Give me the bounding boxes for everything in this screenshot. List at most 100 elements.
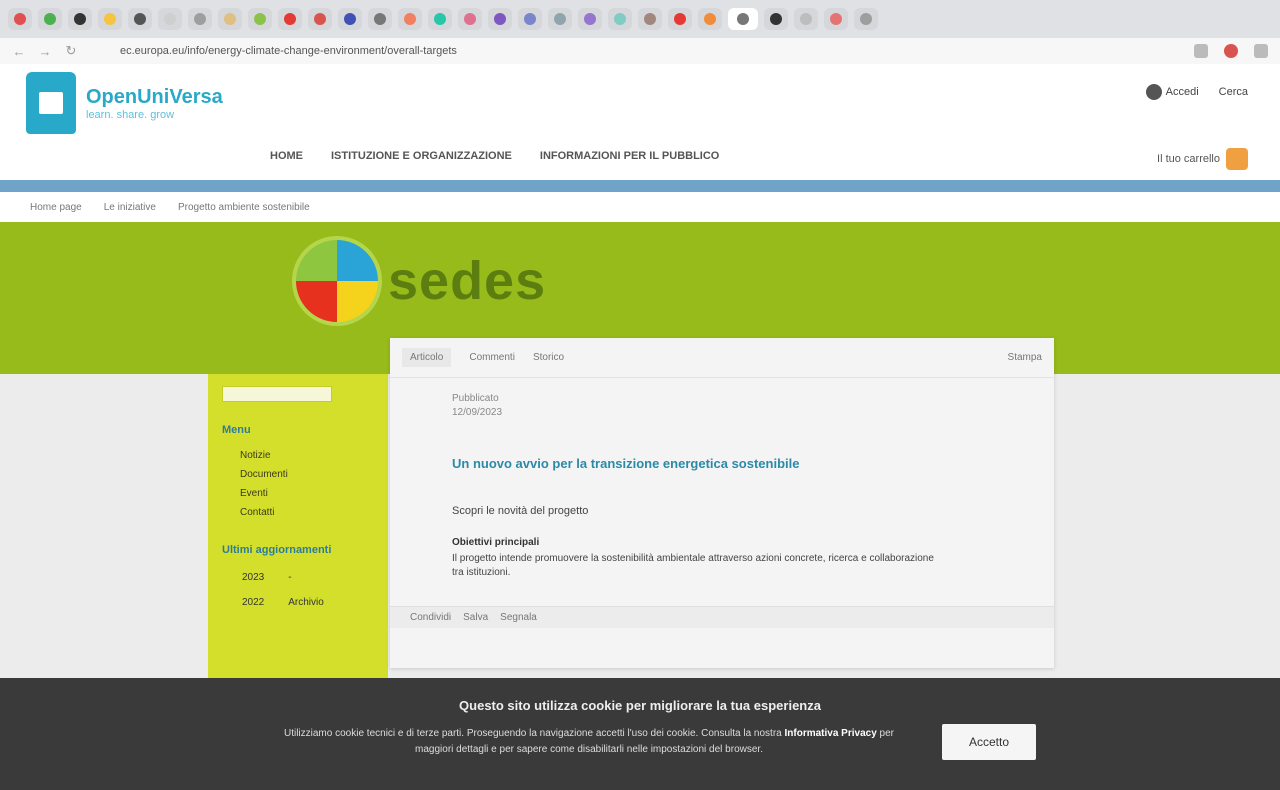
reload-icon[interactable]: ↻	[64, 43, 78, 59]
bookmark-icon[interactable]	[1194, 44, 1208, 58]
share-link[interactable]: Condividi	[410, 612, 451, 623]
browser-tab[interactable]	[428, 8, 452, 30]
browser-tab[interactable]	[68, 8, 92, 30]
browser-tab[interactable]	[38, 8, 62, 30]
browser-tab[interactable]	[278, 8, 302, 30]
browser-tab[interactable]	[638, 8, 662, 30]
sidebar-row-value: Archivio	[288, 597, 324, 608]
favicon-icon	[770, 13, 782, 25]
tab-article[interactable]: Articolo	[402, 348, 452, 367]
extension-icon[interactable]	[1224, 44, 1238, 58]
login-label: Accedi	[1165, 85, 1199, 98]
browser-tab[interactable]	[698, 8, 722, 30]
browser-address-bar: ← → ↻ ec.europa.eu/info/energy-climate-c…	[0, 38, 1280, 64]
login-link[interactable]: Accedi	[1145, 84, 1199, 100]
nav-item-public-info[interactable]: INFORMAZIONI PER IL PUBBLICO	[540, 150, 719, 162]
browser-tab[interactable]	[338, 8, 362, 30]
browser-tab[interactable]	[578, 8, 602, 30]
sidebar-heading-updates: Ultimi aggiornamenti	[222, 544, 332, 556]
browser-tab[interactable]	[764, 8, 788, 30]
breadcrumb-item[interactable]: Home page	[30, 202, 82, 213]
logo-text: OpenUniVersa learn. share. grow	[86, 86, 223, 121]
favicon-icon	[134, 13, 146, 25]
favicon-icon	[314, 13, 326, 25]
card-tabs: Articolo Commenti Storico Stampa	[390, 338, 1054, 378]
back-icon[interactable]: ←	[12, 44, 26, 59]
browser-tab[interactable]	[128, 8, 152, 30]
breadcrumb: Home page Le iniziative Progetto ambient…	[0, 192, 1280, 222]
meta-label: Pubblicato	[452, 393, 499, 404]
browser-tab[interactable]	[98, 8, 122, 30]
favicon-icon	[44, 13, 56, 25]
cookie-text: Utilizziamo cookie tecnici e di terze pa…	[264, 726, 914, 758]
browser-tab[interactable]	[794, 8, 818, 30]
cart-link[interactable]: Il tuo carrello	[1157, 148, 1248, 170]
browser-tab[interactable]	[218, 8, 242, 30]
tab-comments[interactable]: Commenti	[469, 352, 515, 363]
article-body: Il progetto intende promuovere la sosten…	[452, 553, 934, 578]
browser-tab[interactable]	[728, 8, 758, 30]
browser-tab[interactable]	[488, 8, 512, 30]
logo-subtitle: learn. share. grow	[86, 108, 175, 121]
favicon-icon	[164, 13, 176, 25]
banner-wordmark: sedes	[388, 251, 547, 311]
browser-tab[interactable]	[188, 8, 212, 30]
nav-item-home[interactable]: HOME	[270, 150, 303, 162]
profile-icon[interactable]	[1254, 44, 1268, 58]
breadcrumb-item[interactable]: Le iniziative	[104, 202, 156, 213]
sidebar-row[interactable]: 2022 Archivio	[242, 597, 374, 608]
browser-tab[interactable]	[668, 8, 692, 30]
browser-tab[interactable]	[248, 8, 272, 30]
browser-tab[interactable]	[398, 8, 422, 30]
site-logo[interactable]: OpenUniVersa learn. share. grow	[26, 72, 223, 134]
header-links: Accedi Cerca	[1145, 84, 1248, 100]
accept-cookies-button[interactable]: Accetto	[942, 724, 1036, 760]
report-link[interactable]: Segnala	[500, 612, 537, 623]
colorful-ball-icon	[292, 236, 382, 326]
sidebar-item[interactable]: Notizie	[240, 450, 374, 461]
sidebar-item[interactable]: Eventi	[240, 488, 374, 499]
sidebar-item[interactable]: Contatti	[240, 507, 374, 518]
favicon-icon	[644, 13, 656, 25]
browser-tab[interactable]	[368, 8, 392, 30]
user-icon	[1145, 84, 1162, 100]
left-sidebar: Menu Notizie Documenti Eventi Contatti U…	[208, 374, 388, 684]
favicon-icon	[374, 13, 386, 25]
sidebar-row[interactable]: 2023 -	[242, 572, 374, 583]
tab-history[interactable]: Storico	[533, 352, 564, 363]
logo-title: OpenUniVersa	[86, 85, 223, 108]
browser-tab[interactable]	[8, 8, 32, 30]
browser-tab[interactable]	[548, 8, 572, 30]
save-link[interactable]: Salva	[463, 612, 488, 623]
nav-item-institution[interactable]: ISTITUZIONE E ORGANIZZAZIONE	[331, 150, 512, 162]
favicon-icon	[344, 13, 356, 25]
browser-tab[interactable]	[518, 8, 542, 30]
main-nav: HOME ISTITUZIONE E ORGANIZZAZIONE INFORM…	[270, 150, 719, 162]
cookie-title: Questo sito utilizza cookie per migliora…	[459, 698, 821, 713]
browser-tab[interactable]	[854, 8, 878, 30]
sidebar-item[interactable]: Documenti	[240, 469, 374, 480]
print-link[interactable]: Stampa	[1008, 352, 1042, 363]
search-link[interactable]: Cerca	[1219, 86, 1248, 98]
browser-tab[interactable]	[608, 8, 632, 30]
url-field[interactable]: ec.europa.eu/info/energy-climate-change-…	[120, 45, 457, 57]
article-subheading: Obiettivi principali	[452, 537, 540, 548]
privacy-policy-link[interactable]: Informativa Privacy	[785, 728, 877, 739]
sidebar-search-input[interactable]	[222, 386, 332, 402]
favicon-icon	[674, 13, 686, 25]
browser-tab[interactable]	[824, 8, 848, 30]
forward-icon[interactable]: →	[38, 44, 52, 59]
article-lead: Scopri le novità del progetto	[452, 505, 589, 517]
browser-tab[interactable]	[458, 8, 482, 30]
browser-tab[interactable]	[158, 8, 182, 30]
favicon-icon	[830, 13, 842, 25]
favicon-icon	[254, 13, 266, 25]
card-footer: Condividi Salva Segnala	[390, 606, 1054, 628]
article-title[interactable]: Un nuovo avvio per la transizione energe…	[452, 456, 1054, 471]
favicon-icon	[554, 13, 566, 25]
favicon-icon	[404, 13, 416, 25]
favicon-icon	[194, 13, 206, 25]
sidebar-row-label: 2023	[242, 572, 265, 583]
cart-icon	[1226, 148, 1248, 170]
browser-tab[interactable]	[308, 8, 332, 30]
